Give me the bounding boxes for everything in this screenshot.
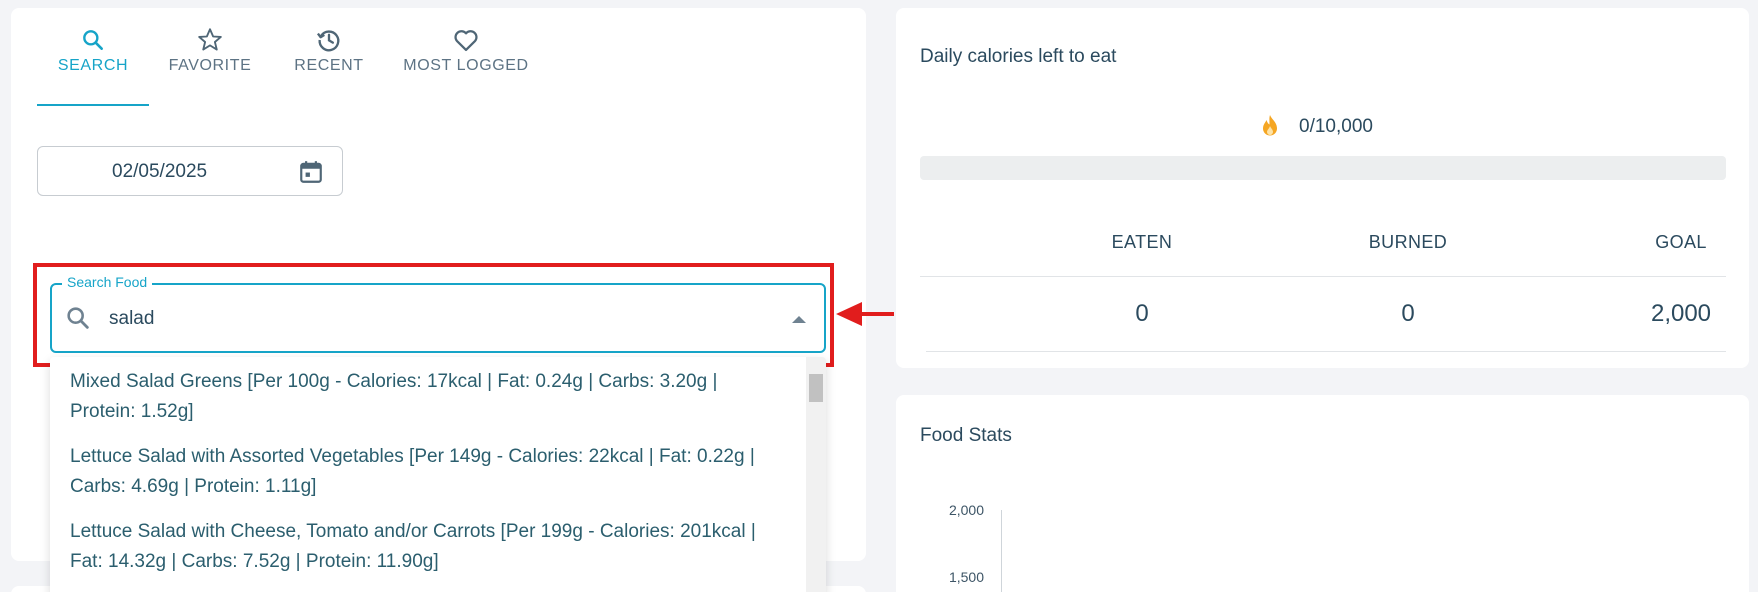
search-icon	[64, 304, 92, 337]
search-input[interactable]: salad	[109, 308, 154, 330]
active-tab-indicator	[37, 104, 149, 106]
tab-label: MOST LOGGED	[403, 57, 529, 74]
tab-most-logged[interactable]: MOST LOGGED	[399, 26, 533, 75]
calories-title: Daily calories left to eat	[920, 46, 1117, 67]
food-stats-card: Food Stats 2,000 1,500	[896, 395, 1749, 592]
fire-icon	[1260, 114, 1280, 143]
goal-value: 2,000	[1650, 300, 1712, 327]
history-icon	[281, 26, 377, 56]
list-item[interactable]: Mixed Salad Greens [Per 100g - Calories:…	[70, 367, 770, 427]
calories-card: Daily calories left to eat 0/10,000 EATE…	[896, 8, 1749, 368]
scrollbar-thumb[interactable]	[809, 374, 823, 402]
date-picker[interactable]: 02/05/2025	[37, 146, 343, 196]
divider	[920, 276, 1726, 277]
tab-label: SEARCH	[57, 57, 129, 74]
tab-favorite[interactable]: FAVORITE	[159, 26, 261, 75]
y-axis-line	[1001, 510, 1002, 592]
tab-recent[interactable]: RECENT	[281, 26, 377, 75]
food-suggestions-list: Mixed Salad Greens [Per 100g - Calories:…	[50, 357, 826, 592]
search-food-label: Search Food	[62, 274, 153, 290]
food-stats-title: Food Stats	[920, 425, 1012, 446]
eaten-value: 0	[1135, 300, 1149, 327]
goal-label: GOAL	[1655, 232, 1707, 252]
divider	[926, 351, 1726, 352]
y-tick-label: 2,000	[948, 502, 984, 518]
date-value: 02/05/2025	[112, 161, 208, 182]
list-item[interactable]: Lettuce Salad with Assorted Vegetables […	[70, 442, 770, 502]
tab-label: RECENT	[294, 57, 364, 74]
list-item[interactable]: Lettuce Salad with Cheese, Tomato and/or…	[70, 517, 770, 577]
tab-search[interactable]: SEARCH	[37, 26, 149, 75]
eaten-label: EATEN	[1111, 232, 1173, 252]
search-icon	[37, 26, 149, 56]
calories-progress-bar	[920, 156, 1726, 180]
search-food-field[interactable]: salad	[50, 283, 826, 353]
calendar-icon[interactable]	[298, 158, 324, 191]
y-tick-label: 1,500	[948, 569, 984, 585]
tab-label: FAVORITE	[168, 57, 252, 74]
burned-label: BURNED	[1368, 232, 1448, 252]
heart-icon	[399, 26, 533, 56]
arrow-icon	[836, 302, 894, 326]
calories-value: 0/10,000	[1299, 116, 1373, 137]
star-icon	[159, 26, 261, 56]
scrollbar[interactable]	[806, 357, 826, 592]
caret-up-icon[interactable]	[792, 316, 806, 323]
burned-value: 0	[1401, 300, 1415, 327]
